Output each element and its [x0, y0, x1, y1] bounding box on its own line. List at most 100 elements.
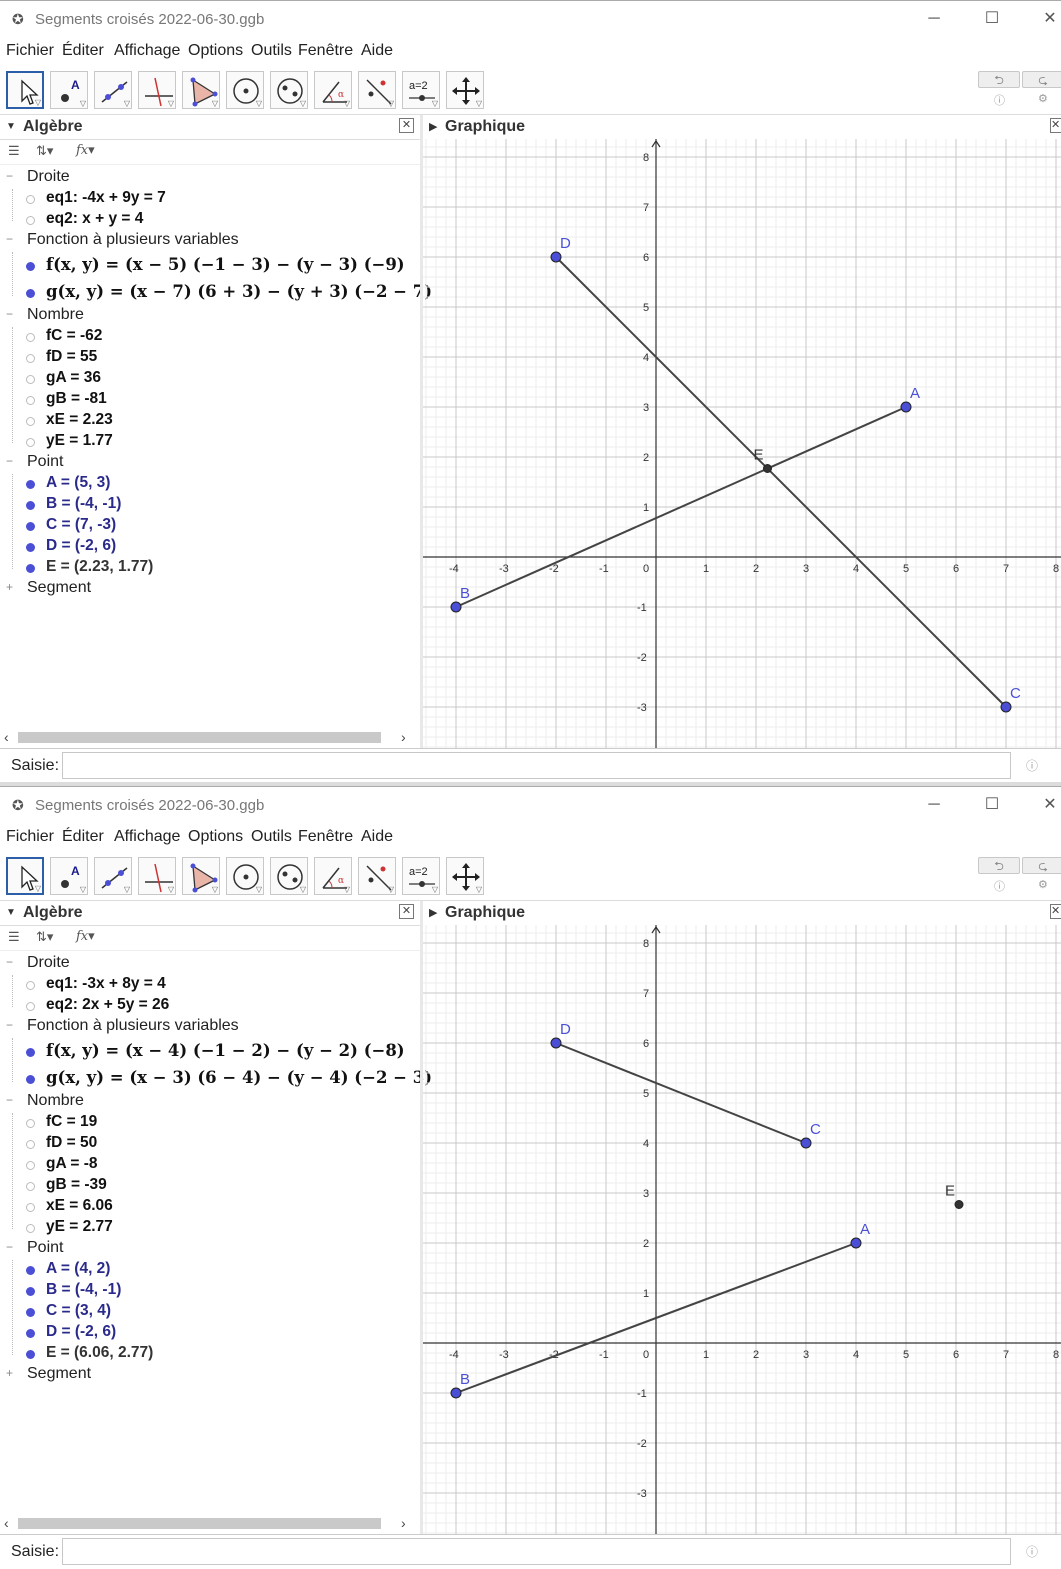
redo-button[interactable]: ⮎ — [1022, 71, 1061, 88]
algebra-item[interactable]: B = (-4, -1) — [0, 495, 420, 516]
algebra-item[interactable]: C = (7, -3) — [0, 516, 420, 537]
category-point[interactable]: − Point — [0, 453, 420, 473]
visibility-toggle-icon[interactable] — [26, 1203, 35, 1212]
menu-fichier[interactable]: Fichier — [6, 42, 54, 60]
graphics-canvas[interactable]: -4 -3 -2 -1 0 1 2 3 4 5 6 7 8-3-2-112345678ABCDE — [423, 925, 1061, 1534]
category-fonction-a-plusieurs-variables[interactable]: − Fonction à plusieurs variables — [0, 231, 420, 251]
minimize-button[interactable]: ─ — [914, 6, 954, 32]
expand-icon[interactable]: + — [6, 1366, 13, 1380]
input-help-icon[interactable]: ⓘ — [1026, 1543, 1038, 1560]
category-fonction-a-plusieurs-variables[interactable]: − Fonction à plusieurs variables — [0, 1017, 420, 1037]
menu-fichier[interactable]: Fichier — [6, 828, 54, 846]
expand-triangle-icon[interactable]: ▶ — [429, 120, 437, 133]
algebra-style-icon[interactable]: ☰ — [8, 143, 20, 159]
graphics-canvas[interactable]: -4 -3 -2 -1 0 1 2 3 4 5 6 7 8-3-2-112345678ABCDE — [423, 139, 1061, 748]
input-help-icon[interactable]: ⓘ — [1026, 757, 1038, 774]
point-e[interactable] — [763, 464, 772, 473]
visibility-toggle-icon[interactable] — [26, 396, 35, 405]
close-algebra-view-icon[interactable]: ✕ — [399, 904, 414, 919]
visibility-toggle-icon[interactable] — [26, 375, 35, 384]
visibility-toggle-icon[interactable] — [26, 289, 35, 298]
help-icon[interactable]: ⓘ — [994, 92, 1005, 108]
point-a[interactable] — [850, 1237, 862, 1249]
algebra-horizontal-scrollbar[interactable]: ‹ › — [0, 1515, 420, 1531]
menu-options[interactable]: Options — [188, 828, 243, 846]
settings-gear-icon[interactable]: ⚙ — [1038, 92, 1048, 105]
slider-tool-button[interactable]: a=2 ▽ — [402, 857, 440, 895]
minimize-button[interactable]: ─ — [914, 792, 954, 818]
point-d[interactable] — [550, 1037, 562, 1049]
visibility-toggle-icon[interactable] — [26, 1266, 35, 1275]
point-label-d[interactable]: D — [560, 1021, 571, 1038]
algebra-item[interactable]: yE = 1.77 — [0, 432, 420, 453]
algebra-item[interactable]: gB = -81 — [0, 390, 420, 411]
point-label-d[interactable]: D — [560, 235, 571, 252]
menu-fenetre[interactable]: Fenêtre — [298, 828, 353, 846]
polygon-tool-button[interactable]: ▽ — [182, 857, 220, 895]
help-icon[interactable]: ⓘ — [994, 878, 1005, 894]
angle-tool-button[interactable]: α ▽ — [314, 71, 352, 109]
visibility-toggle-icon[interactable] — [26, 1048, 35, 1057]
collapse-icon[interactable]: − — [6, 955, 13, 969]
collapse-icon[interactable]: − — [6, 307, 13, 321]
point-label-b[interactable]: B — [460, 1371, 470, 1388]
visibility-toggle-icon[interactable] — [26, 195, 35, 204]
move-graphics-view-button[interactable]: ▽ — [446, 857, 484, 895]
algebra-item[interactable]: fD = 50 — [0, 1134, 420, 1155]
close-graphics-view-icon[interactable]: ✕ — [1050, 118, 1061, 133]
sort-icon[interactable]: ⇅▾ — [36, 143, 53, 159]
menu-editer[interactable]: Éditer — [62, 42, 104, 60]
sort-icon[interactable]: ⇅▾ — [36, 929, 53, 945]
undo-button[interactable]: ⮌ — [978, 71, 1020, 88]
algebra-style-icon[interactable]: ☰ — [8, 929, 20, 945]
move-tool-button[interactable]: ▽ — [6, 71, 44, 109]
perpendicular-tool-button[interactable]: ▽ — [138, 857, 176, 895]
polygon-tool-button[interactable]: ▽ — [182, 71, 220, 109]
menu-outils[interactable]: Outils — [251, 42, 292, 60]
scroll-right-icon[interactable]: › — [401, 729, 406, 745]
menu-affichage[interactable]: Affichage — [114, 828, 180, 846]
category-point[interactable]: − Point — [0, 1239, 420, 1259]
algebra-item[interactable]: C = (3, 4) — [0, 1302, 420, 1323]
collapse-icon[interactable]: − — [6, 232, 13, 246]
collapse-icon[interactable]: − — [6, 1018, 13, 1032]
ellipse-tool-button[interactable]: ▽ — [270, 71, 308, 109]
graphics-view[interactable]: -4 -3 -2 -1 0 1 2 3 4 5 6 7 8 -3 -2 -1 1 2 3 4 5 6 7 8 A B C D E — [423, 925, 1061, 1534]
input-field[interactable] — [62, 1538, 1011, 1565]
algebra-item[interactable]: D = (-2, 6) — [0, 537, 420, 558]
visibility-toggle-icon[interactable] — [26, 438, 35, 447]
slider-tool-button[interactable]: a=2 ▽ — [402, 71, 440, 109]
point-c[interactable] — [800, 1137, 812, 1149]
algebra-item[interactable]: A = (5, 3) — [0, 474, 420, 495]
visibility-toggle-icon[interactable] — [26, 543, 35, 552]
algebra-item[interactable]: fC = 19 — [0, 1113, 420, 1134]
line-tool-button[interactable]: ▽ — [94, 857, 132, 895]
point-c[interactable] — [1000, 701, 1012, 713]
algebra-item[interactable]: g(x, y) = (x − 7) (6 + 3) − (y + 3) (−2 … — [0, 279, 432, 306]
maximize-button[interactable]: ☐ — [972, 792, 1012, 818]
point-b[interactable] — [450, 1387, 462, 1399]
visibility-toggle-icon[interactable] — [26, 1308, 35, 1317]
move-graphics-view-button[interactable]: ▽ — [446, 71, 484, 109]
visibility-toggle-icon[interactable] — [26, 522, 35, 531]
menu-fenetre[interactable]: Fenêtre — [298, 42, 353, 60]
maximize-button[interactable]: ☐ — [972, 6, 1012, 32]
scrollbar-thumb[interactable] — [18, 732, 381, 743]
visibility-toggle-icon[interactable] — [26, 1002, 35, 1011]
close-button[interactable]: ✕ — [1030, 6, 1061, 32]
algebra-item[interactable]: E = (2.23, 1.77) — [0, 558, 420, 579]
visibility-toggle-icon[interactable] — [26, 981, 35, 990]
algebra-item[interactable]: xE = 6.06 — [0, 1197, 420, 1218]
category-droite[interactable]: − Droite — [0, 168, 420, 188]
algebra-item[interactable]: eq1: -4x + 9y = 7 — [0, 189, 420, 210]
angle-tool-button[interactable]: α ▽ — [314, 857, 352, 895]
algebra-item[interactable]: f(x, y) = (x − 5) (−1 − 3) − (y − 3) (−9… — [0, 252, 420, 279]
point-tool-button[interactable]: A ▽ — [50, 71, 88, 109]
circle-tool-button[interactable]: ▽ — [226, 857, 264, 895]
collapse-icon[interactable]: − — [6, 454, 13, 468]
category-nombre[interactable]: − Nombre — [0, 306, 420, 326]
point-label-a[interactable]: A — [860, 1221, 870, 1238]
redo-button[interactable]: ⮎ — [1022, 857, 1061, 874]
menu-outils[interactable]: Outils — [251, 828, 292, 846]
point-label-c[interactable]: C — [810, 1121, 821, 1138]
